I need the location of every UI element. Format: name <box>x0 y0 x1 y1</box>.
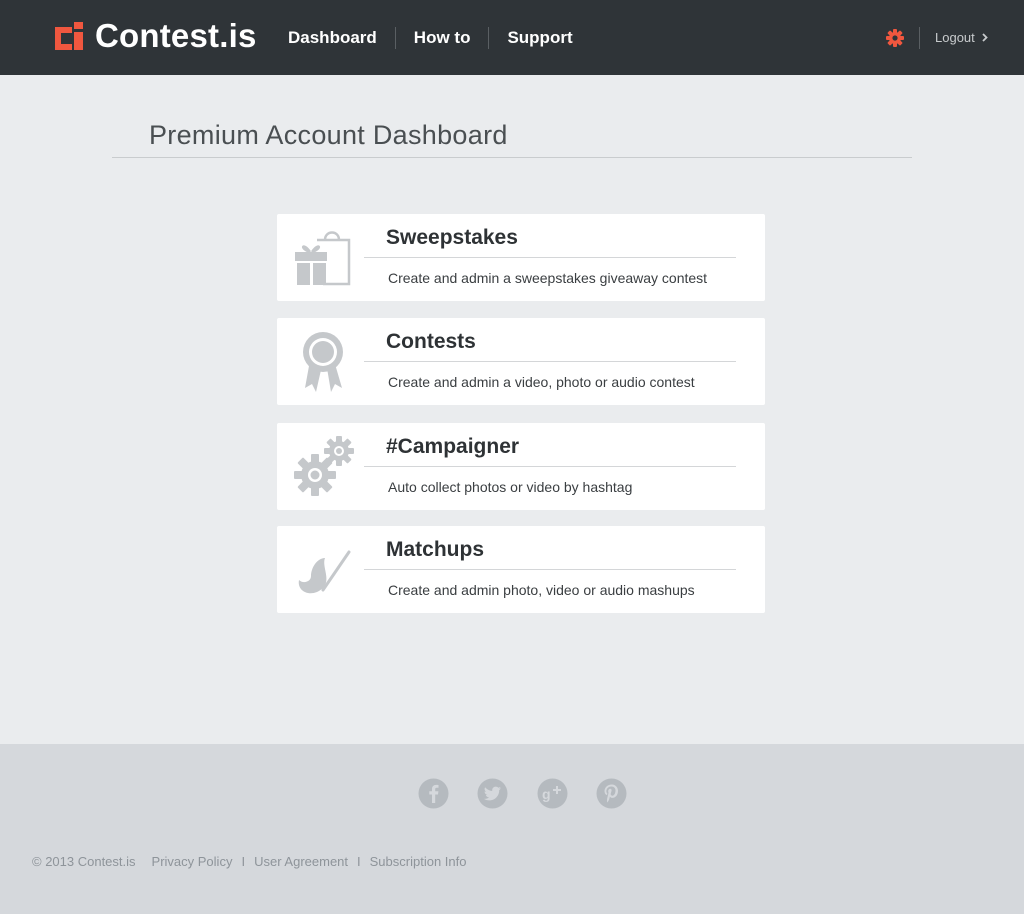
card-title: #Campaigner <box>386 435 520 458</box>
top-bar: Contest.is Dashboard How to Support Logo… <box>0 0 1024 75</box>
card-divider <box>364 569 736 570</box>
card-description: Auto collect photos or video by hashtag <box>388 479 633 495</box>
svg-text:g: g <box>542 786 551 802</box>
footer-separator: I <box>357 854 361 869</box>
logo-mark-icon <box>55 22 83 50</box>
gears-icon <box>294 436 354 496</box>
pinterest-icon[interactable] <box>596 778 627 809</box>
nav-support[interactable]: Support <box>489 26 590 50</box>
user-agreement-link[interactable]: User Agreement <box>254 854 348 869</box>
nav-how-to[interactable]: How to <box>396 26 489 50</box>
card-description: Create and admin photo, video or audio m… <box>388 582 695 598</box>
footer-separator: I <box>241 854 246 869</box>
ribbon-award-icon <box>303 332 343 392</box>
paintbrush-icon <box>298 550 351 594</box>
logo-text: Contest.is <box>95 17 257 54</box>
card-divider <box>364 466 736 467</box>
subscription-info-link[interactable]: Subscription Info <box>370 854 467 869</box>
card-title: Contests <box>386 330 476 353</box>
card-contests[interactable]: Contests Create and admin a video, photo… <box>277 318 765 405</box>
card-title: Sweepstakes <box>386 226 518 249</box>
privacy-policy-link[interactable]: Privacy Policy <box>152 854 233 869</box>
card-description: Create and admin a video, photo or audio… <box>388 374 695 390</box>
card-divider <box>364 257 736 258</box>
card-description: Create and admin a sweepstakes giveaway … <box>388 270 708 286</box>
gift-bag-icon <box>295 231 351 286</box>
main-nav: Dashboard How to Support <box>270 26 591 50</box>
copyright: © 2013 Contest.is <box>32 854 136 869</box>
facebook-icon[interactable] <box>418 778 449 809</box>
twitter-icon[interactable] <box>477 778 508 809</box>
footer: g © 2013 Contest.is Privacy Policy I Use… <box>0 744 1024 914</box>
card-divider <box>364 361 736 362</box>
title-divider <box>112 157 912 158</box>
card-matchups[interactable]: Matchups Create and admin photo, video o… <box>277 526 765 613</box>
nav-dashboard[interactable]: Dashboard <box>270 26 395 50</box>
footer-links: © 2013 Contest.is Privacy Policy I User … <box>32 854 466 869</box>
google-plus-icon[interactable]: g <box>537 778 568 809</box>
logout-label: Logout <box>935 30 975 45</box>
gear-icon[interactable] <box>885 28 905 48</box>
page-title: Premium Account Dashboard <box>149 120 508 150</box>
logout-link[interactable]: Logout <box>935 30 988 45</box>
card-sweepstakes[interactable]: Sweepstakes Create and admin a sweepstak… <box>277 214 765 301</box>
card-campaigner[interactable]: #Campaigner Auto collect photos or video… <box>277 423 765 510</box>
chevron-right-icon <box>982 33 988 42</box>
card-title: Matchups <box>386 538 485 561</box>
logo[interactable]: Contest.is <box>55 17 257 54</box>
header-divider <box>919 27 920 49</box>
